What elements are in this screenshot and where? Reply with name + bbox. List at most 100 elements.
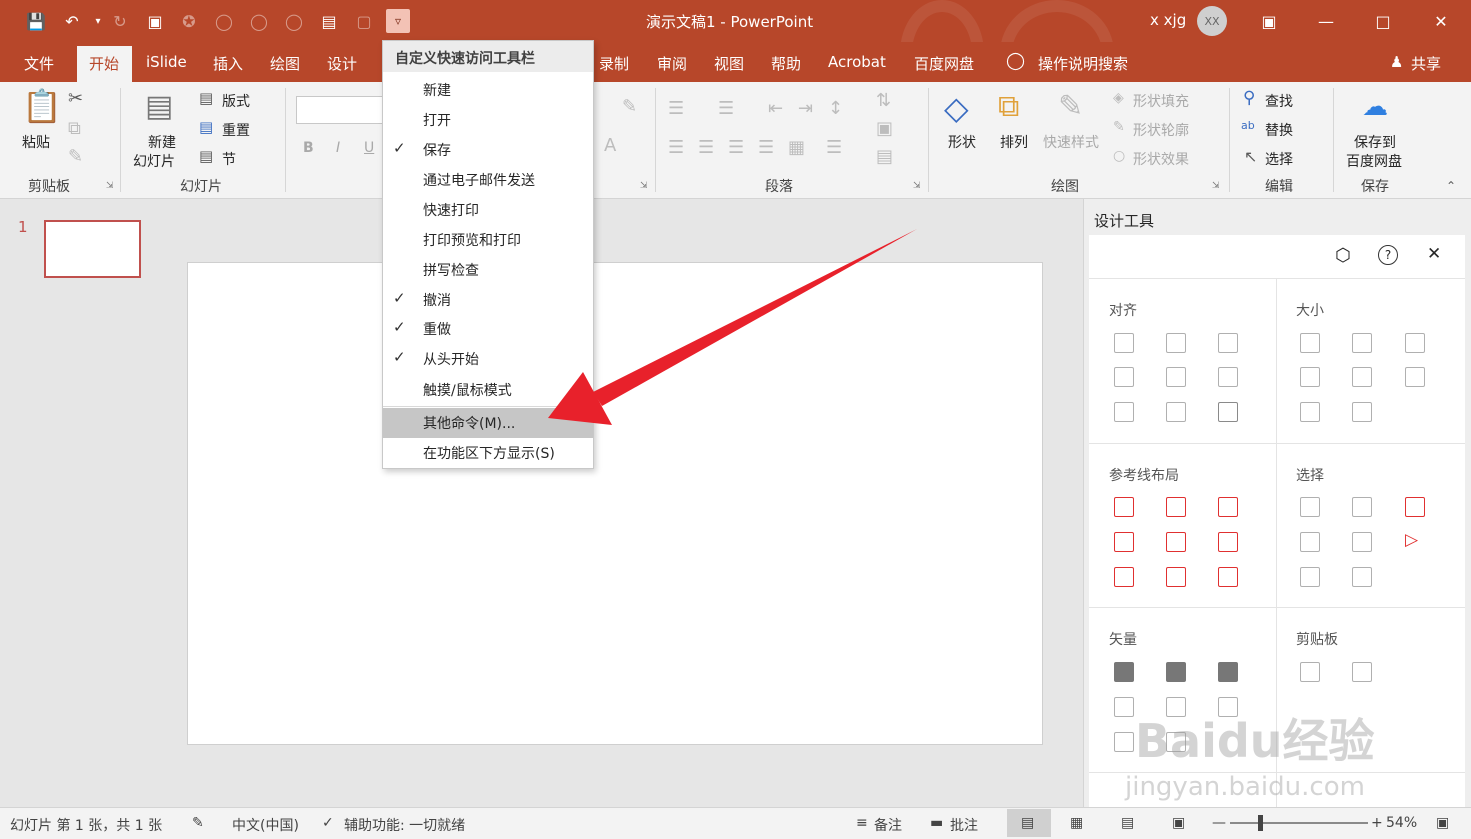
arrange-button[interactable]: 排列 xyxy=(1000,132,1028,152)
quick-styles-icon[interactable]: ✎ xyxy=(1058,92,1083,122)
picture-icon[interactable]: ▤ xyxy=(317,9,341,33)
dialog-launcher-icon[interactable]: ⇲ xyxy=(640,181,648,191)
minimize-icon[interactable]: — xyxy=(1313,8,1339,34)
menu-item-save[interactable]: ✓ 保存 xyxy=(383,135,593,165)
align-center-tool-icon[interactable] xyxy=(1166,333,1186,353)
vector-union-icon[interactable] xyxy=(1114,662,1134,682)
baidu-netdisk-icon[interactable]: ☁ xyxy=(1362,94,1388,120)
collapse-ribbon-icon[interactable]: ⌃ xyxy=(1446,180,1456,192)
reset-button[interactable]: 重置 xyxy=(222,120,250,140)
ribbon-display-icon[interactable]: ▣ xyxy=(1256,8,1282,34)
vector-text-icon[interactable] xyxy=(1114,732,1134,752)
select-above-icon[interactable] xyxy=(1300,532,1320,552)
align-right-tool-icon[interactable] xyxy=(1218,333,1238,353)
reset-icon[interactable]: ▤ xyxy=(199,120,213,135)
increase-indent-icon[interactable]: ⇥ xyxy=(798,100,813,118)
islide-tool-icon[interactable]: ◯ xyxy=(247,9,271,33)
islide-tool-icon[interactable]: ◯ xyxy=(282,9,306,33)
comments-button[interactable]: 批注 xyxy=(950,815,978,835)
layout-button[interactable]: 版式 xyxy=(222,91,250,111)
vector-combine-icon[interactable] xyxy=(1166,662,1186,682)
menu-item-more-commands[interactable]: 其他命令(M)... xyxy=(383,408,593,438)
fit-slide-icon[interactable]: ▣ xyxy=(1436,815,1449,831)
menu-item-new[interactable]: 新建 xyxy=(383,75,593,105)
italic-button[interactable]: I xyxy=(336,140,340,156)
undo-icon[interactable]: ↶ xyxy=(60,9,84,33)
justify-icon[interactable]: ☰ xyxy=(758,139,774,157)
quick-styles-button[interactable]: 快速样式 xyxy=(1043,132,1099,152)
replace-button[interactable]: 替换 xyxy=(1265,120,1293,140)
tab-baidu-netdisk[interactable]: 百度网盘 xyxy=(914,53,974,74)
guide-left-icon[interactable] xyxy=(1114,497,1134,517)
tab-home[interactable]: 开始 xyxy=(77,46,132,82)
tab-design[interactable]: 设计 xyxy=(327,53,357,74)
menu-item-print-preview[interactable]: 打印预览和打印 xyxy=(383,225,593,255)
same-height-icon[interactable] xyxy=(1352,333,1372,353)
islide-tool-icon[interactable]: ◯ xyxy=(212,9,236,33)
new-slide-label[interactable]: 幻灯片 xyxy=(133,151,175,171)
stretch-bottom-icon[interactable] xyxy=(1352,402,1372,422)
zoom-in-icon[interactable]: + xyxy=(1371,815,1383,831)
zoom-slider-thumb[interactable] xyxy=(1258,815,1263,831)
align-center-icon[interactable]: ☰ xyxy=(698,139,714,157)
close-icon[interactable]: ✕ xyxy=(1428,8,1454,34)
align-text-icon[interactable]: ▣ xyxy=(876,120,893,138)
spelling-icon[interactable]: ✎ xyxy=(192,815,204,831)
save-to-netdisk-label[interactable]: 百度网盘 xyxy=(1346,151,1402,171)
decrease-indent-icon[interactable]: ⇤ xyxy=(768,100,783,118)
save-icon[interactable]: 💾 xyxy=(24,9,48,33)
slide-sorter-icon[interactable]: ▦ xyxy=(1070,815,1083,831)
shapes-icon[interactable]: ◇ xyxy=(944,92,969,124)
select-below-icon[interactable] xyxy=(1300,567,1320,587)
start-slideshow-icon[interactable]: ▣ xyxy=(143,9,167,33)
tab-file[interactable]: 文件 xyxy=(24,53,54,74)
accessibility-status[interactable]: 辅助功能: 一切就绪 xyxy=(344,815,465,835)
menu-item-show-below-ribbon[interactable]: 在功能区下方显示(S) xyxy=(383,438,593,468)
menu-item-email[interactable]: 通过电子邮件发送 xyxy=(383,165,593,195)
copy-icon[interactable]: ⧉ xyxy=(68,120,81,138)
slide-thumbnail[interactable] xyxy=(44,220,141,278)
avatar[interactable]: XX xyxy=(1197,6,1227,36)
menu-item-open[interactable]: 打开 xyxy=(383,105,593,135)
redo-icon[interactable]: ↻ xyxy=(108,9,132,33)
select-button[interactable]: 选择 xyxy=(1265,149,1293,169)
tell-me-search[interactable]: 操作说明搜索 xyxy=(1038,53,1128,74)
close-panel-icon[interactable]: ✕ xyxy=(1427,244,1441,264)
guide-middle-icon[interactable] xyxy=(1166,532,1186,552)
tab-draw[interactable]: 绘图 xyxy=(270,53,300,74)
align-left-tool-icon[interactable] xyxy=(1114,333,1134,353)
shape-fill-button[interactable]: 形状填充 xyxy=(1133,91,1189,111)
menu-item-redo[interactable]: ✓ 重做 xyxy=(383,314,593,344)
zoom-slider-track[interactable] xyxy=(1230,822,1368,824)
select-same-size-icon[interactable] xyxy=(1352,497,1372,517)
guide-top-icon[interactable] xyxy=(1114,532,1134,552)
clear-format-icon[interactable]: ✎ xyxy=(622,98,637,116)
distribute-h-tool-icon[interactable] xyxy=(1114,402,1134,422)
guide-bottom-icon[interactable] xyxy=(1218,532,1238,552)
select-icon[interactable]: ↖ xyxy=(1244,149,1257,165)
guide-right-icon[interactable] xyxy=(1218,497,1238,517)
font-color-icon[interactable]: A xyxy=(604,137,616,155)
format-painter-icon[interactable]: ✎ xyxy=(68,148,83,166)
new-slide-icon[interactable]: ▤ xyxy=(145,92,173,122)
dialog-launcher-icon[interactable]: ⇲ xyxy=(106,181,114,191)
tab-view[interactable]: 视图 xyxy=(714,53,744,74)
find-button[interactable]: 查找 xyxy=(1265,91,1293,111)
section-button[interactable]: 节 xyxy=(222,149,236,169)
text-direction-icon[interactable]: ⇅ xyxy=(876,92,891,110)
guide-center-icon[interactable] xyxy=(1166,497,1186,517)
arrange-icon[interactable]: ⧉ xyxy=(998,92,1019,122)
select-similar-icon[interactable] xyxy=(1300,497,1320,517)
select-middle-icon[interactable] xyxy=(1352,532,1372,552)
tab-review[interactable]: 审阅 xyxy=(657,53,687,74)
customize-qat-button[interactable]: ▿ xyxy=(386,9,410,33)
notes-button[interactable]: 备注 xyxy=(874,815,902,835)
vector-intersect-icon[interactable] xyxy=(1218,662,1238,682)
text-direction-icon[interactable]: ☰ xyxy=(826,139,842,157)
bold-button[interactable]: B xyxy=(303,140,314,156)
align-left-icon[interactable]: ☰ xyxy=(668,139,684,157)
slideshow-view-icon[interactable]: ▣ xyxy=(1172,815,1185,831)
align-top-tool-icon[interactable] xyxy=(1114,367,1134,387)
fill-icon[interactable]: ◈ xyxy=(1113,91,1124,105)
user-name[interactable]: x xjg xyxy=(1150,11,1186,29)
